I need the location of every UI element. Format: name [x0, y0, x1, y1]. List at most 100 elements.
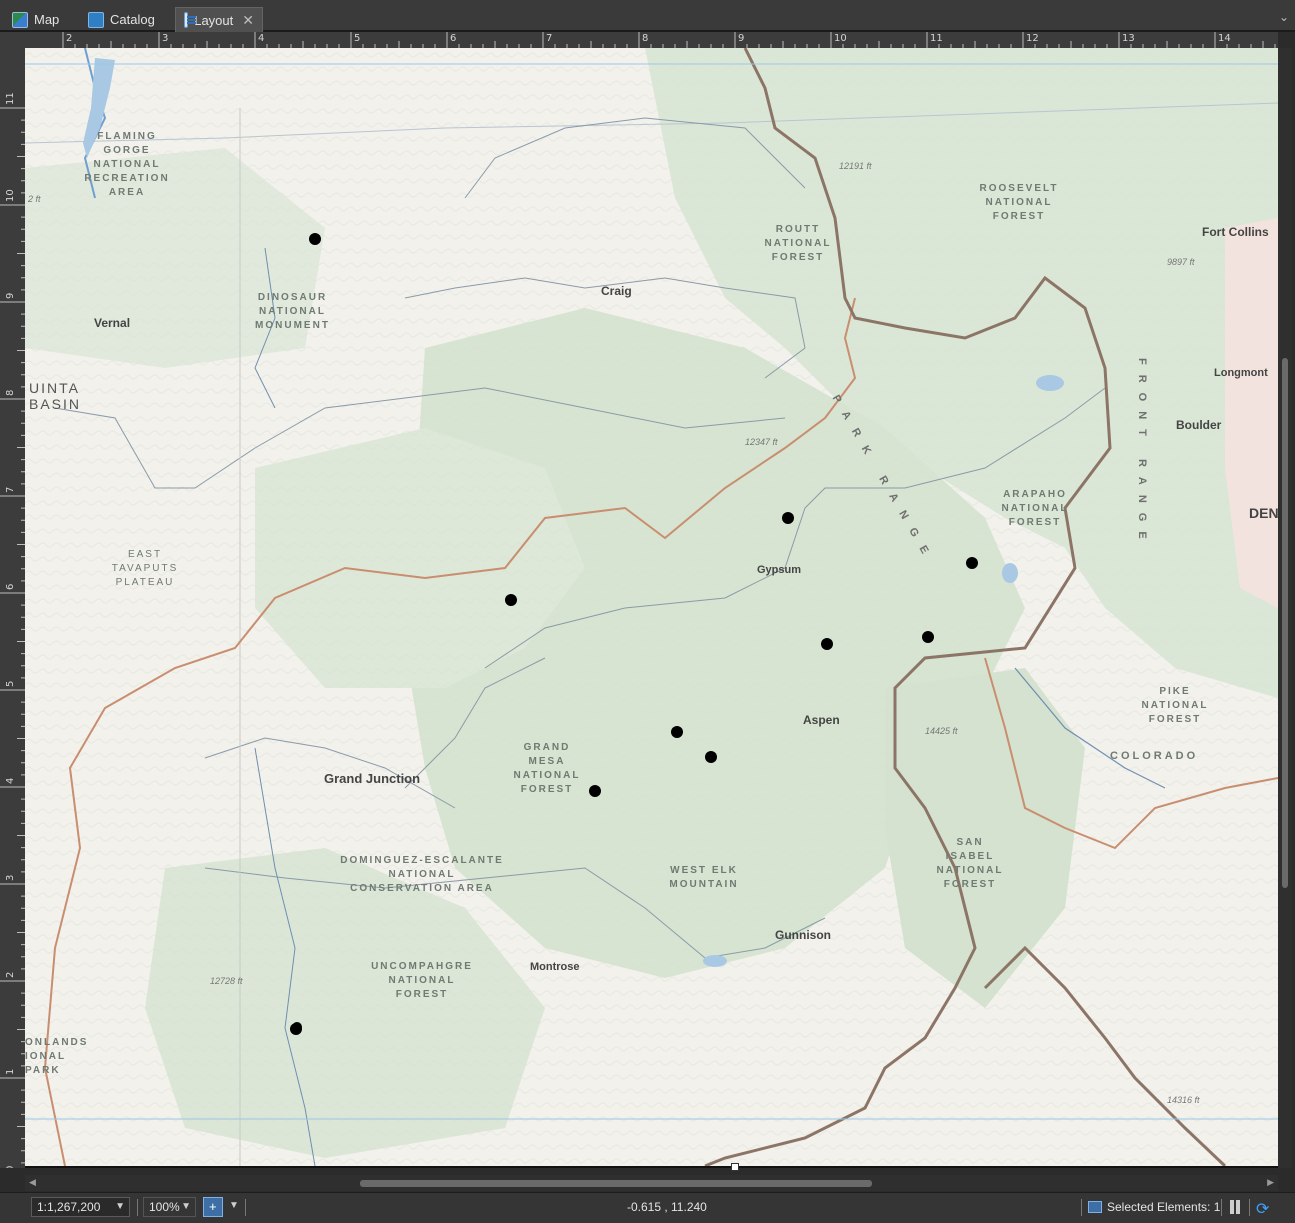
city-label: DEN	[1249, 505, 1278, 521]
tab-label: Layout	[194, 12, 234, 28]
arapaho-label: ARAPAHO NATIONAL FOREST	[1001, 489, 1069, 528]
map-point[interactable]	[505, 594, 517, 606]
selected-count: Selected Elements: 1	[1107, 1200, 1221, 1214]
ruler-label: 4	[258, 33, 265, 44]
map-point[interactable]	[589, 785, 601, 797]
map-point[interactable]	[966, 557, 978, 569]
separator	[1221, 1199, 1222, 1216]
selected-elements[interactable]: Selected Elements: 1	[1088, 1200, 1220, 1214]
map-frame[interactable]: FLAMING GORGE NATIONAL RECREATION AREA D…	[25, 48, 1278, 1166]
city-label: Vernal	[94, 316, 131, 330]
city-label: Aspen	[803, 713, 840, 727]
selection-icon	[1088, 1201, 1102, 1213]
status-bar: 1:1,267,200 ▼ 100% ▼ ▼ -0.615 , 11.240 S…	[0, 1192, 1295, 1223]
dinosaur-label: DINOSAUR NATIONAL MONUMENT	[255, 292, 330, 331]
uinta-basin-label: UINTA BASIN	[29, 380, 82, 412]
east-tavaputs-label: EAST TAVAPUTS PLATEAU	[111, 549, 179, 588]
map-point[interactable]	[782, 512, 794, 524]
ruler-label: 12	[1026, 33, 1039, 44]
chevron-down-icon: ▼	[181, 1201, 191, 1212]
vertical-scrollbar[interactable]	[1278, 48, 1292, 1168]
page-border	[25, 1166, 1278, 1168]
scroll-right-icon[interactable]: ▶	[1267, 1177, 1274, 1188]
ruler-label: 5	[5, 680, 16, 687]
refresh-icon[interactable]: ⟳	[1256, 1199, 1269, 1219]
zoom-select[interactable]: 100% ▼	[143, 1197, 196, 1217]
tab-bar: Map Catalog Layout ✕ ⌄	[0, 0, 1295, 32]
routt-label: ROUTT NATIONAL FOREST	[764, 224, 832, 263]
separator	[1081, 1199, 1082, 1216]
tab-catalog[interactable]: Catalog	[80, 7, 163, 32]
ruler-label: 7	[5, 486, 16, 493]
ruler-label: 8	[5, 389, 16, 396]
ruler-label: 11	[5, 92, 16, 105]
layout-icon	[184, 12, 197, 28]
ruler-label: 9	[5, 292, 16, 299]
scroll-left-icon[interactable]: ◀	[29, 1177, 36, 1188]
map-point[interactable]	[309, 233, 321, 245]
close-icon[interactable]: ✕	[242, 12, 254, 29]
chevron-down-icon[interactable]: ▼	[229, 1200, 239, 1211]
west-elk-label: WEST ELK MOUNTAIN	[669, 865, 739, 890]
ruler-label: 11	[930, 33, 943, 44]
tab-label: Catalog	[110, 12, 155, 27]
city-label: Grand Junction	[324, 771, 421, 786]
map-point[interactable]	[671, 726, 683, 738]
san-isabel-label: SAN ISABEL NATIONAL FOREST	[936, 837, 1004, 890]
tab-layout[interactable]: Layout ✕	[175, 7, 263, 32]
ruler-label: 2	[66, 33, 73, 44]
map-point[interactable]	[922, 631, 934, 643]
top-ruler-ticks	[62, 32, 1276, 48]
ruler-label: 5	[354, 33, 361, 44]
elevation-label: 12191 ft	[839, 161, 872, 171]
ruler-label: 1	[5, 1068, 16, 1075]
ruler-label: 8	[642, 33, 649, 44]
elevation-label: 9897 ft	[1167, 257, 1195, 267]
scale-select[interactable]: 1:1,267,200 ▼	[31, 1197, 130, 1217]
roosevelt-label: ROOSEVELT NATIONAL FOREST	[979, 183, 1059, 222]
tab-map[interactable]: Map	[4, 7, 67, 32]
basemap	[25, 48, 1278, 1166]
pause-drawing-icon[interactable]	[1228, 1199, 1242, 1215]
city-label: Boulder	[1176, 418, 1222, 432]
elevation-label: 14425 ft	[925, 726, 958, 736]
ruler-label: 6	[5, 583, 16, 590]
ruler-label: 9	[738, 33, 745, 44]
selection-handle[interactable]	[731, 1163, 739, 1171]
catalog-icon	[88, 11, 104, 28]
colorado-label: COLORADO	[1110, 750, 1199, 762]
uncompahgre-label: UNCOMPAHGRE NATIONAL FOREST	[371, 961, 473, 1000]
vertical-scroll-thumb[interactable]	[1282, 358, 1288, 888]
pike-label: PIKE NATIONAL FOREST	[1141, 686, 1209, 725]
left-ruler: 11109876543210	[0, 48, 26, 1168]
separator	[1249, 1199, 1250, 1216]
ruler-label: 10	[5, 189, 16, 202]
elevation-label: 12728 ft	[210, 976, 243, 986]
snapping-button[interactable]	[203, 1197, 223, 1217]
map-point[interactable]	[705, 751, 717, 763]
separator	[245, 1199, 246, 1216]
flaming-gorge-label: FLAMING GORGE NATIONAL RECREATION AREA	[84, 131, 170, 198]
city-label: Gypsum	[757, 564, 802, 576]
horizontal-scroll-thumb[interactable]	[360, 1180, 872, 1187]
city-label: Fort Collins	[1202, 225, 1269, 239]
ruler-label: 4	[5, 777, 16, 784]
map-point[interactable]	[292, 1022, 302, 1032]
horizontal-scrollbar[interactable]: ◀ ▶	[25, 1175, 1278, 1191]
left-ruler-ticks	[0, 107, 25, 1164]
zoom-value: 100%	[149, 1200, 180, 1214]
ruler-label: 13	[1122, 33, 1135, 44]
scale-value: 1:1,267,200	[37, 1200, 101, 1214]
ruler-corner	[0, 32, 25, 48]
separator	[137, 1199, 138, 1216]
top-ruler: 2 3 4 5 6 7 8 9 10 11 12 13 14	[25, 32, 1278, 49]
city-label: Montrose	[530, 961, 580, 973]
elevation-label: 2 ft	[28, 194, 41, 204]
ruler-label: 3	[5, 874, 16, 881]
elevation-label: 14316 ft	[1167, 1095, 1200, 1105]
chevron-down-icon[interactable]: ⌄	[1279, 10, 1289, 24]
ruler-label: 7	[546, 33, 553, 44]
ruler-label: 0	[5, 1166, 16, 1168]
map-icon	[12, 11, 28, 28]
map-point[interactable]	[821, 638, 833, 650]
